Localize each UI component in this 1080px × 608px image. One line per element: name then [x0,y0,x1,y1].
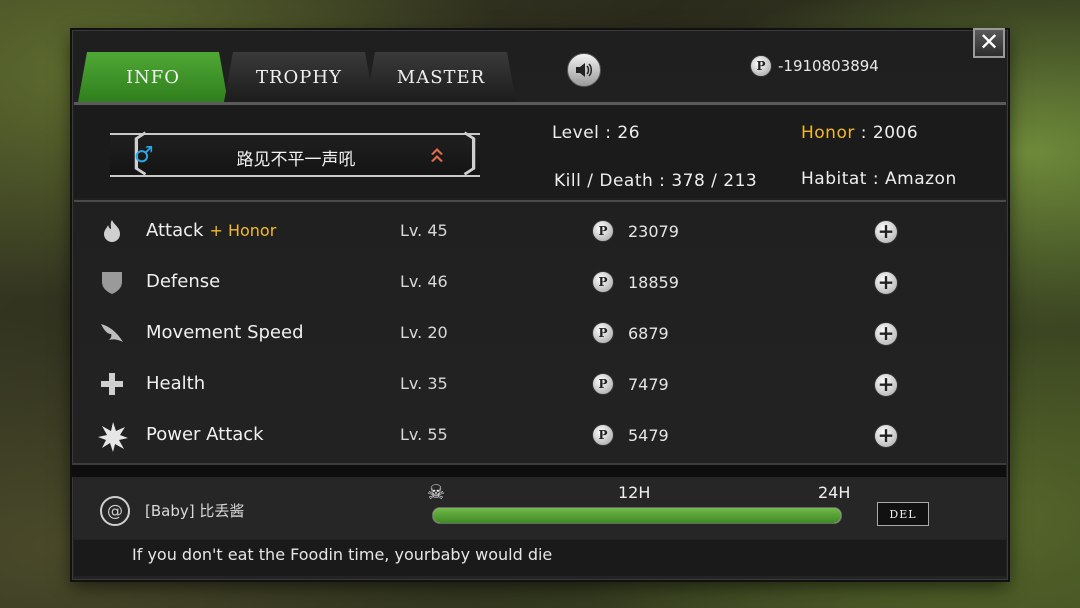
stat-name: Health [146,373,206,394]
delete-baby-button[interactable]: DEL [877,502,929,526]
habitat-stat: Habitat : Amazon [801,169,957,189]
tab-master[interactable]: MASTER [366,52,516,102]
hunger-timer-fill [433,508,841,523]
stat-cost: P 23079 [592,220,679,242]
honor-stat: Honor : 2006 [801,123,919,143]
speaker-icon[interactable] [567,53,601,87]
stat-cost: P 5479 [592,424,669,446]
hunger-timer-bar [432,507,842,524]
cost-value: 18859 [628,272,679,292]
points-value: -1910803894 [778,57,879,75]
right-bracket-ornament: 〕 [462,128,508,182]
honor-value: 2006 [872,123,919,143]
tab-divider [74,102,1006,105]
stat-name: Defense [146,271,221,292]
timer-marker-12h: 12H [618,483,651,502]
coin-icon: P [592,373,614,395]
rank-chevron-icon [431,148,443,162]
stat-row-attack: Attack + Honor Lv. 45 P 23079 + [74,206,1006,256]
stat-level: Lv. 46 [400,272,448,291]
stat-cost: P 7479 [592,373,669,395]
stat-row-power-attack: Power Attack Lv. 55 P 5479 + [74,410,1006,460]
skull-crossbones-icon: ☠ [427,480,445,504]
stat-name: Power Attack [146,424,264,445]
stat-cost: P 18859 [592,271,679,293]
stat-level: Lv. 45 [400,221,448,240]
close-button[interactable]: ✕ [973,28,1005,58]
left-bracket-ornament: 〔 [102,128,148,182]
wing-icon [98,320,126,348]
cost-value: 6879 [628,323,669,343]
tab-info[interactable]: INFO [78,52,228,102]
shield-icon [98,269,126,297]
habitat-value: Amazon [885,169,957,189]
cost-value: 23079 [628,221,679,241]
baby-swirl-icon: @ [100,496,130,526]
tip-text: If you don't eat the Foodin time, yourba… [132,545,553,564]
coin-icon: P [592,271,614,293]
cross-icon [98,371,126,399]
coin-icon: P [592,424,614,446]
baby-name: [Baby] 比丢酱 [145,502,245,520]
stat-level: Lv. 35 [400,374,448,393]
timer-marker-24h: 24H [818,483,851,502]
player-nickname: 路见不平一声吼 [236,150,356,170]
upgrade-speed-button[interactable]: + [874,322,898,346]
points-display: P -1910803894 [750,55,879,77]
kill-death-value: 378 / 213 [671,171,758,191]
cost-value: 7479 [628,374,669,394]
stat-cost: P 6879 [592,322,669,344]
upgrade-power-attack-button[interactable]: + [874,424,898,448]
level-stat: Level : 26 [552,123,641,143]
stat-level: Lv. 20 [400,323,448,342]
flame-icon [98,218,126,246]
cost-value: 5479 [628,425,669,445]
upgrade-defense-button[interactable]: + [874,271,898,295]
male-gender-icon: ♂ [134,143,154,168]
stat-name: Attack [146,220,204,241]
stat-row-defense: Defense Lv. 46 P 18859 + [74,257,1006,307]
kill-death-stat: Kill / Death : 378 / 213 [554,171,758,191]
upgrade-list: Attack + Honor Lv. 45 P 23079 + Defense Lv… [74,200,1006,464]
stat-row-movement-speed: Movement Speed Lv. 20 P 6879 + [74,308,1006,358]
upgrade-health-button[interactable]: + [874,373,898,397]
coin-icon: P [592,322,614,344]
honor-bonus-label: + Honor [209,221,277,240]
level-value: 26 [617,123,641,143]
burst-icon [98,422,128,452]
section-divider [72,463,1006,477]
coin-icon: P [750,55,772,77]
coin-icon: P [592,220,614,242]
tab-trophy[interactable]: TROPHY [224,52,374,102]
stat-name: Movement Speed [146,322,304,343]
stat-level: Lv. 55 [400,425,448,444]
stat-row-health: Health Lv. 35 P 7479 + [74,359,1006,409]
upgrade-attack-button[interactable]: + [874,220,898,244]
